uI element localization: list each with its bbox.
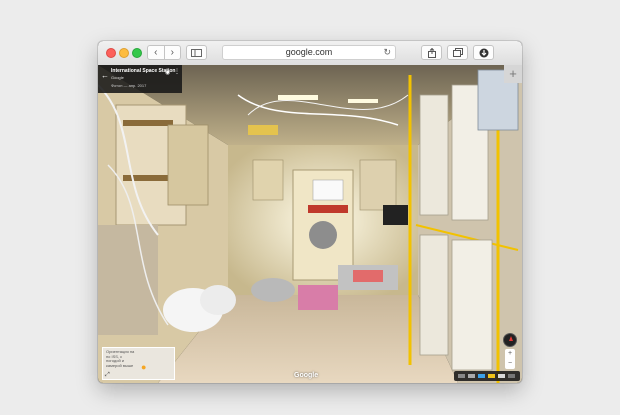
film-thumb[interactable] bbox=[508, 374, 515, 378]
close-window-button[interactable] bbox=[106, 48, 116, 58]
reload-icon[interactable]: ↻ bbox=[383, 46, 391, 59]
zoom-window-button[interactable] bbox=[132, 48, 142, 58]
film-thumb[interactable] bbox=[488, 374, 495, 378]
minimap-label: Ориентация на по ISS, с погодой и камеро… bbox=[106, 349, 135, 368]
tabs-icon bbox=[452, 48, 463, 57]
pegman-icon[interactable]: ● bbox=[141, 362, 146, 372]
place-info-card[interactable]: ← International Space Station Google Фот… bbox=[98, 65, 182, 93]
zoom-in-button[interactable]: + bbox=[505, 349, 515, 359]
street-view-panorama[interactable]: ← International Space Station Google Фот… bbox=[98, 65, 522, 383]
location-pin-icon[interactable]: ◉ bbox=[165, 69, 170, 76]
downloads-button[interactable] bbox=[473, 45, 494, 60]
back-arrow-icon[interactable]: ← bbox=[101, 71, 109, 80]
share-icon bbox=[427, 47, 436, 58]
space-station-interior-image bbox=[98, 65, 522, 383]
minimize-window-button[interactable] bbox=[119, 48, 129, 58]
sidebar-icon bbox=[191, 48, 202, 57]
chevron-right-icon[interactable]: › bbox=[164, 47, 180, 58]
zoom-controls: + − bbox=[505, 349, 515, 369]
browser-toolbar: ‹ › google.com ↻ bbox=[98, 41, 522, 66]
download-icon bbox=[479, 48, 488, 57]
more-options-icon[interactable]: ⋮ bbox=[174, 68, 180, 75]
minimap[interactable]: Ориентация на по ISS, с погодой и камеро… bbox=[102, 347, 175, 380]
new-tab-button[interactable]: + bbox=[504, 65, 522, 83]
expand-icon[interactable]: ⤢ bbox=[105, 372, 110, 379]
sidebar-button[interactable] bbox=[186, 45, 207, 60]
share-button[interactable] bbox=[421, 45, 442, 60]
google-attribution: Google bbox=[294, 372, 319, 379]
capture-date: Фотон — апр. 2017 bbox=[111, 83, 147, 88]
browser-window: ‹ › google.com ↻ ← International Space S… bbox=[98, 41, 522, 383]
compass-icon[interactable] bbox=[503, 333, 517, 347]
film-thumb[interactable] bbox=[468, 374, 475, 378]
film-thumb[interactable] bbox=[498, 374, 505, 378]
navigation-buttons: ‹ › bbox=[147, 45, 181, 60]
chevron-left-icon[interactable]: ‹ bbox=[148, 47, 164, 58]
photo-filmstrip[interactable] bbox=[454, 371, 520, 381]
zoom-out-button[interactable]: − bbox=[505, 359, 515, 369]
show-tabs-button[interactable] bbox=[447, 45, 468, 60]
address-text: google.com bbox=[285, 47, 333, 57]
place-subtitle: Google bbox=[111, 75, 124, 80]
film-thumb[interactable] bbox=[458, 374, 465, 378]
address-bar[interactable]: google.com ↻ bbox=[222, 45, 396, 60]
film-thumb[interactable] bbox=[478, 374, 485, 378]
